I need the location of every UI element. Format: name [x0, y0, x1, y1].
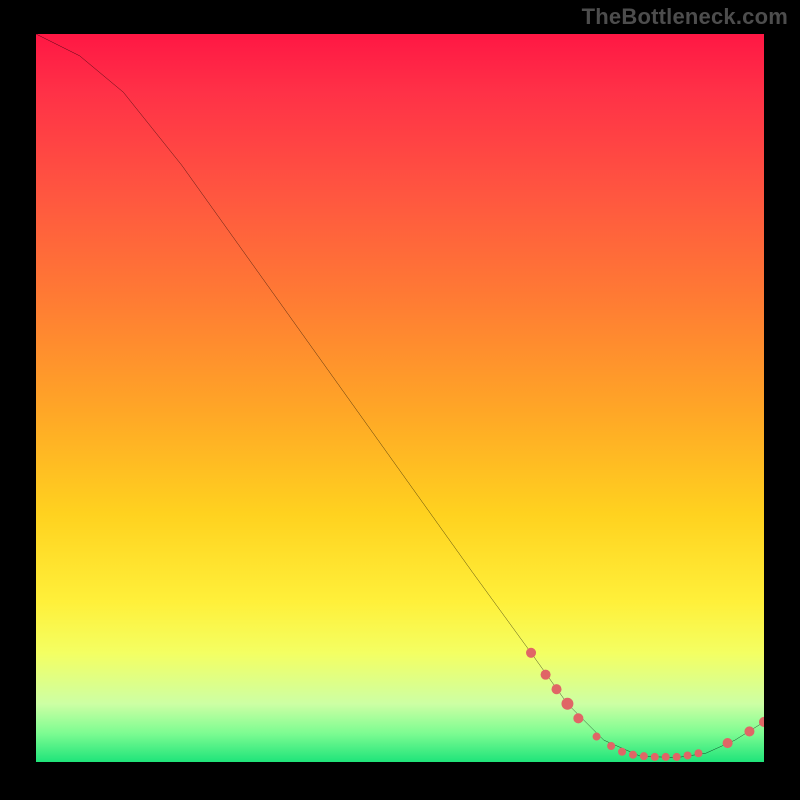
marker-dot	[526, 648, 536, 658]
marker-dot	[607, 742, 615, 750]
marker-dot	[629, 751, 637, 759]
marker-dot	[561, 698, 573, 710]
marker-dot	[593, 733, 601, 741]
marker-dot	[723, 738, 733, 748]
plot-area	[36, 34, 764, 762]
marker-dot	[662, 753, 670, 761]
marker-dot	[618, 748, 626, 756]
marker-dot	[551, 684, 561, 694]
watermark-label: TheBottleneck.com	[582, 4, 788, 30]
marker-dot	[744, 726, 754, 736]
marker-dot	[759, 717, 764, 727]
marker-dot	[694, 749, 702, 757]
marker-dot	[684, 751, 692, 759]
curve-layer	[36, 34, 764, 762]
marker-dot	[573, 713, 583, 723]
marker-dot	[651, 753, 659, 761]
bottleneck-curve	[36, 34, 764, 758]
marker-dot	[541, 670, 551, 680]
marker-dot	[673, 753, 681, 761]
highlight-dots	[526, 648, 764, 761]
chart-frame: TheBottleneck.com	[0, 0, 800, 800]
marker-dot	[640, 752, 648, 760]
